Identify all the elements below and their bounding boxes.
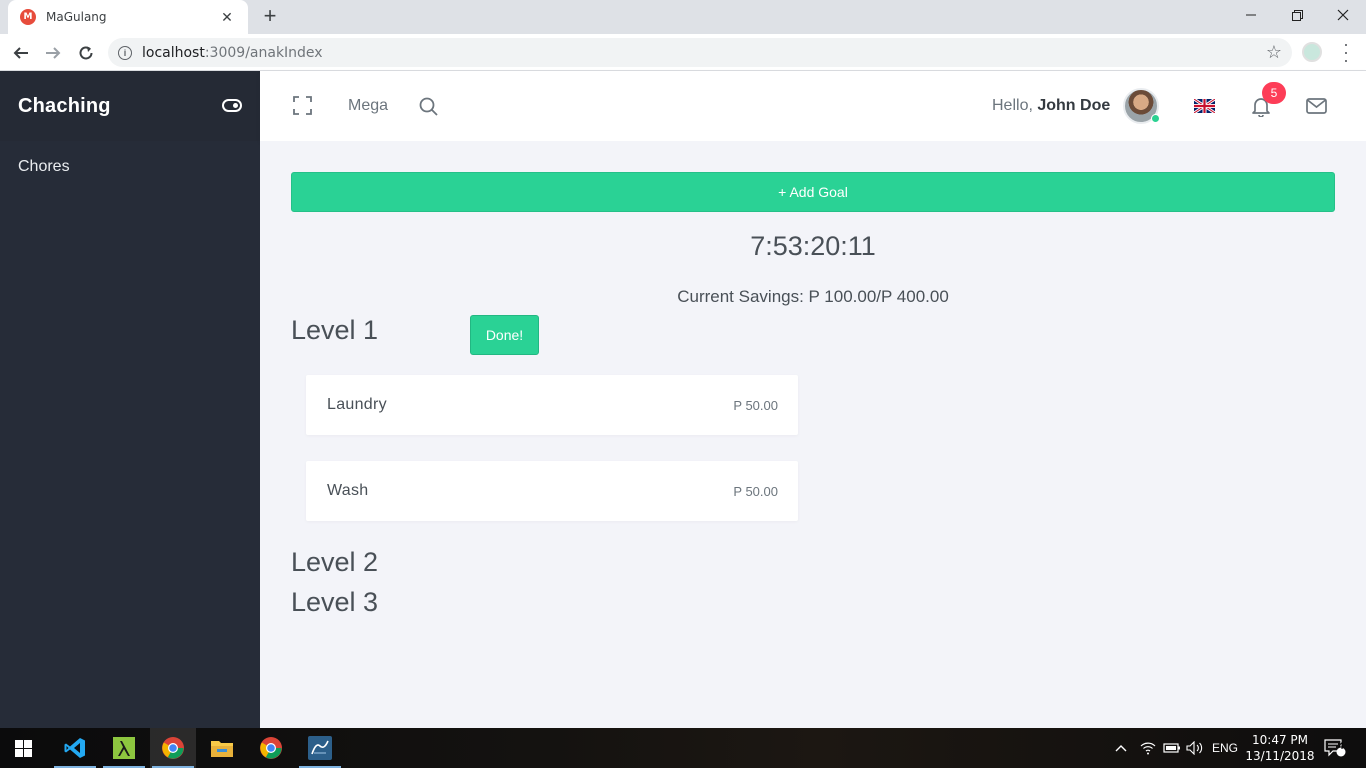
minimize-icon[interactable] (1228, 0, 1274, 30)
windows-start-icon[interactable] (0, 728, 46, 768)
wifi-icon[interactable] (1140, 728, 1156, 768)
level-2-heading[interactable]: Level 2 (291, 547, 378, 578)
forward-arrow-icon[interactable] (40, 40, 66, 66)
browser-menu-icon[interactable]: · · · (1340, 35, 1352, 69)
action-center-icon[interactable]: 4 (1324, 728, 1346, 768)
chore-amount: P 50.00 (733, 397, 778, 413)
chore-name: Wash (327, 482, 369, 499)
bookmark-star-icon[interactable]: ☆ (1266, 42, 1282, 63)
level-1-heading: Level 1 (291, 315, 379, 345)
search-icon[interactable] (419, 97, 438, 121)
current-savings: Current Savings: P 100.00/P 400.00 (677, 287, 949, 306)
back-arrow-icon[interactable] (8, 40, 34, 66)
new-tab-icon[interactable]: + (258, 4, 282, 28)
system-clock[interactable]: 10:47 PM 13/11/2018 (1240, 732, 1320, 764)
user-name: John Doe (1037, 97, 1111, 114)
sidebar-header: Chaching (0, 71, 260, 141)
tab-title: MaGulang (46, 10, 107, 24)
tab-close-icon[interactable]: ✕ (218, 9, 236, 26)
window-close-icon[interactable] (1320, 0, 1366, 30)
clock-date: 13/11/2018 (1245, 749, 1315, 763)
sidebar-item-chores[interactable]: Chores (0, 141, 260, 193)
file-explorer-icon[interactable] (199, 728, 245, 768)
profile-avatar-icon[interactable] (1302, 42, 1322, 62)
online-status-dot (1151, 114, 1160, 123)
chore-card[interactable]: Laundry P 50.00 (306, 375, 798, 435)
browser-tab[interactable]: M MaGulang ✕ (8, 0, 248, 34)
topbar: Mega Hello, John Doe 5 (260, 71, 1366, 141)
windows-taskbar: ENG 10:47 PM 13/11/2018 4 (0, 728, 1366, 768)
chore-name: Laundry (327, 396, 387, 413)
chore-card[interactable]: Wash P 50.00 (306, 461, 798, 521)
app-favicon-icon: M (20, 9, 36, 25)
vscode-icon[interactable] (52, 728, 98, 768)
url-host: localhost (142, 44, 205, 61)
add-goal-button[interactable]: + Add Goal (291, 172, 1335, 212)
site-info-icon[interactable]: i (118, 45, 132, 60)
sidebar: Chaching Chores (0, 71, 260, 728)
browser-toolbar: i localhost:3009/anakIndex ☆ (0, 34, 1366, 71)
mail-icon[interactable] (1306, 98, 1327, 119)
url-path: :3009/anakIndex (204, 44, 323, 61)
greeting-prefix: Hello, (992, 97, 1033, 114)
browser-tabstrip: M MaGulang ✕ + (0, 0, 1366, 34)
countdown-timer: 7:53:20:11 (750, 231, 876, 261)
battery-icon[interactable] (1163, 728, 1181, 768)
mysql-workbench-icon[interactable] (297, 728, 343, 768)
user-greeting[interactable]: Hello, John Doe (992, 97, 1110, 115)
chrome-icon-2[interactable] (248, 728, 294, 768)
action-center-count: 4 (1338, 741, 1344, 751)
reload-icon[interactable] (73, 40, 99, 66)
level-3-heading[interactable]: Level 3 (291, 587, 378, 618)
main-content: + Add Goal 7:53:20:11 Current Savings: P… (260, 141, 1366, 728)
sidebar-toggle-icon[interactable] (222, 99, 242, 112)
chore-amount: P 50.00 (733, 483, 778, 499)
mega-menu-link[interactable]: Mega (348, 97, 388, 115)
restore-icon[interactable] (1274, 0, 1320, 30)
done-button[interactable]: Done! (470, 315, 539, 355)
lambda-app-icon[interactable] (101, 728, 147, 768)
address-bar[interactable]: i localhost:3009/anakIndex ☆ (108, 38, 1292, 67)
uk-flag-icon[interactable] (1194, 99, 1215, 113)
volume-icon[interactable] (1186, 728, 1204, 768)
notification-badge: 5 (1262, 82, 1286, 104)
chrome-icon[interactable] (150, 728, 196, 768)
clock-time: 10:47 PM (1252, 733, 1308, 747)
brand-logo[interactable]: Chaching (18, 95, 111, 118)
fullscreen-icon[interactable] (293, 96, 312, 120)
language-indicator[interactable]: ENG (1212, 728, 1238, 768)
tray-overflow-icon[interactable] (1114, 728, 1128, 768)
